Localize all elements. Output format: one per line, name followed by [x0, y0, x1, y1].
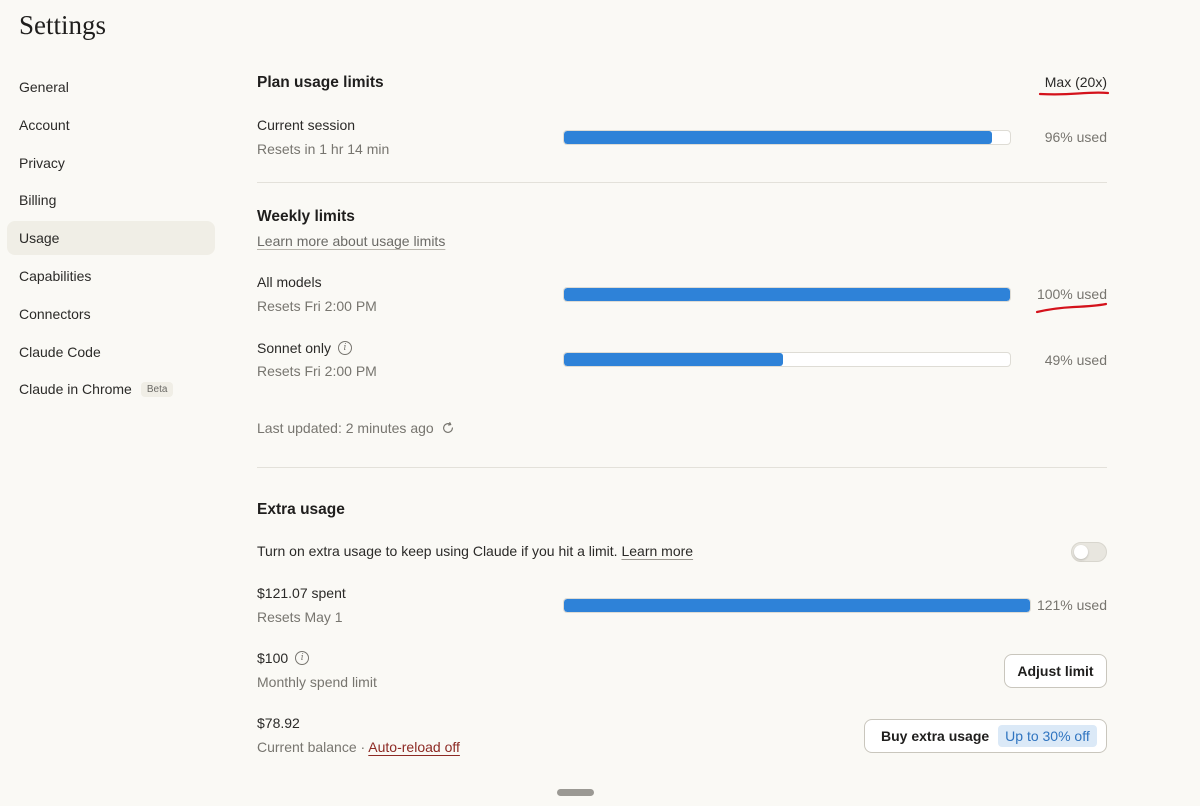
sidebar-item-claude-code[interactable]: Claude Code	[7, 335, 215, 369]
extra-usage-progress	[563, 598, 1031, 613]
info-icon[interactable]: i	[337, 341, 352, 355]
sidebar-item-label: Connectors	[19, 305, 91, 322]
current-session-progress	[563, 130, 1011, 145]
toggle-knob	[1074, 545, 1088, 559]
extra-usage-heading: Extra usage	[257, 501, 345, 518]
buy-extra-usage-label: Buy extra usage	[881, 728, 990, 744]
plan-usage-heading: Plan usage limits	[257, 74, 384, 91]
all-models-reset: Resets Fri 2:00 PM	[257, 298, 377, 314]
sidebar-item-label: Privacy	[19, 154, 65, 171]
last-updated-row: Last updated: 2 minutes ago	[257, 420, 455, 436]
discount-badge: Up to 30% off	[998, 725, 1097, 747]
last-updated-text: Last updated: 2 minutes ago	[257, 420, 434, 436]
all-models-progress	[563, 287, 1011, 302]
auto-reload-link[interactable]: Auto-reload off	[368, 739, 460, 755]
learn-more-link[interactable]: Learn more	[621, 543, 693, 559]
extra-usage-description-row: Turn on extra usage to keep using Claude…	[257, 543, 693, 559]
all-models-percent: 100% used	[1036, 286, 1107, 302]
sonnet-only-label: Sonnet only	[257, 340, 331, 356]
separator: ·	[356, 739, 369, 755]
progress-fill	[564, 288, 1010, 301]
sidebar-item-account[interactable]: Account	[7, 108, 215, 142]
beta-badge: Beta	[140, 381, 174, 397]
scroll-handle[interactable]	[557, 789, 594, 796]
current-session-percent: 96% used	[1044, 129, 1107, 145]
sonnet-only-row: Sonnet only i	[257, 340, 352, 356]
sidebar-item-privacy[interactable]: Privacy	[7, 146, 215, 180]
balance-row: Current balance · Auto-reload off	[257, 739, 460, 755]
current-session-label: Current session	[257, 117, 356, 133]
plan-name: Max (20x)	[1044, 74, 1107, 90]
progress-fill	[564, 131, 993, 144]
sidebar-item-connectors[interactable]: Connectors	[7, 297, 215, 331]
divider	[257, 467, 1107, 468]
usage-panel: Plan usage limits Max (20x) Current sess…	[257, 0, 1110, 806]
balance-amount: $78.92	[257, 715, 300, 731]
sonnet-only-percent: 49% used	[1044, 352, 1107, 368]
sidebar-item-label: Billing	[19, 192, 57, 209]
divider	[257, 182, 1107, 183]
spent-label: $121.07 spent	[257, 585, 346, 601]
sidebar-item-usage[interactable]: Usage	[7, 221, 215, 256]
sidebar: General Account Privacy Billing Usage Ca…	[7, 70, 215, 410]
extra-usage-description: Turn on extra usage to keep using Claude…	[257, 543, 618, 559]
sidebar-item-label: Usage	[19, 230, 60, 247]
progress-fill	[564, 599, 1030, 612]
spend-limit-row: $100 i	[257, 650, 310, 666]
balance-sub: Current balance	[257, 739, 357, 755]
refresh-icon[interactable]	[441, 421, 455, 435]
current-session-reset: Resets in 1 hr 14 min	[257, 141, 390, 157]
sidebar-item-capabilities[interactable]: Capabilities	[7, 259, 215, 293]
sidebar-item-label: Capabilities	[19, 267, 92, 284]
buy-extra-usage-button[interactable]: Buy extra usage Up to 30% off	[864, 719, 1107, 753]
sonnet-only-progress	[563, 352, 1011, 367]
sidebar-item-general[interactable]: General	[7, 70, 215, 104]
sidebar-item-label: Claude Code	[19, 343, 101, 360]
progress-fill	[564, 353, 783, 366]
extra-usage-toggle[interactable]	[1071, 542, 1107, 562]
sidebar-item-label: Claude in Chrome	[19, 381, 132, 398]
sidebar-item-label: Account	[19, 116, 70, 133]
info-icon[interactable]: i	[295, 651, 310, 665]
all-models-label: All models	[257, 274, 322, 290]
spend-limit-sub: Monthly spend limit	[257, 674, 377, 690]
page-title: Settings	[19, 10, 107, 40]
sidebar-item-billing[interactable]: Billing	[7, 183, 215, 217]
sidebar-item-label: General	[19, 79, 69, 95]
sidebar-item-claude-in-chrome[interactable]: Claude in Chrome Beta	[7, 372, 215, 406]
settings-page: Settings General Account Privacy Billing…	[0, 0, 1200, 806]
extra-usage-percent: 121% used	[1036, 597, 1107, 613]
weekly-limits-heading: Weekly limits	[257, 208, 355, 225]
spend-limit-amount: $100	[257, 650, 289, 666]
learn-more-usage-limits-link[interactable]: Learn more about usage limits	[257, 233, 445, 249]
sonnet-only-reset: Resets Fri 2:00 PM	[257, 363, 377, 379]
adjust-limit-button[interactable]: Adjust limit	[1004, 654, 1107, 688]
spent-reset: Resets May 1	[257, 609, 343, 625]
